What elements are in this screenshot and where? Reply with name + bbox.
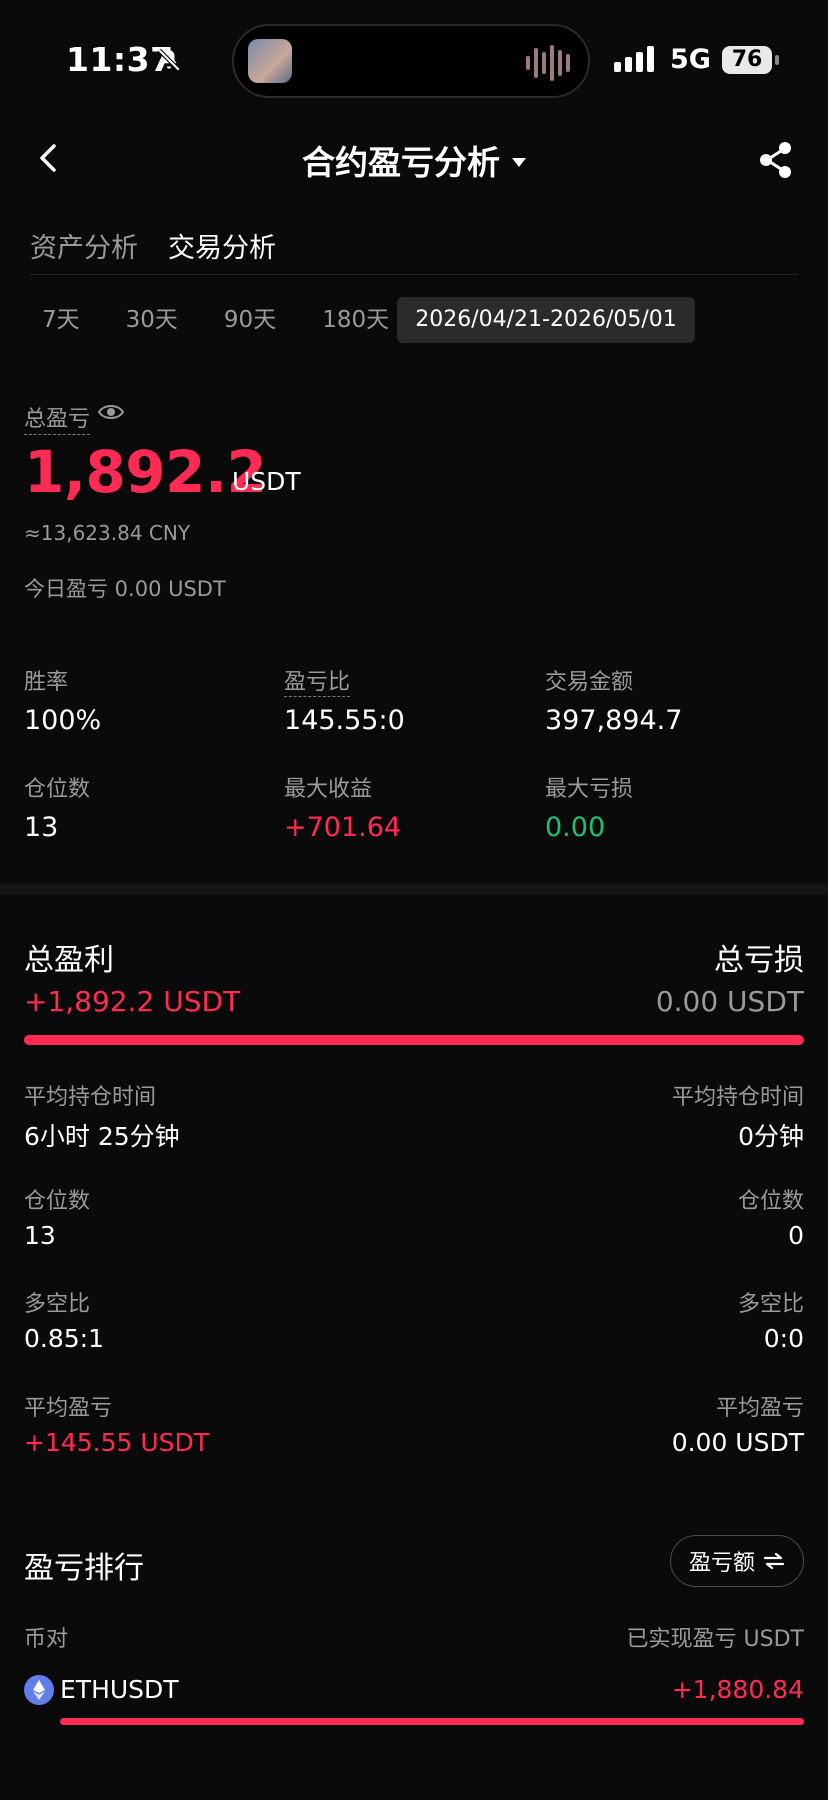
positions-loss: 0 bbox=[788, 1221, 804, 1250]
avg-pnl-profit: +145.55 USDT bbox=[24, 1428, 210, 1457]
date-range-button[interactable]: 2026/04/21-2026/05/01 bbox=[397, 297, 695, 343]
positions-label-profit: 仓位数 bbox=[24, 1189, 91, 1214]
max-loss-label: 最大亏损 bbox=[545, 777, 634, 802]
long-short-label-loss: 多空比 bbox=[737, 1292, 804, 1317]
page-title: 合约盈亏分析 bbox=[302, 143, 500, 182]
ranking-item-symbol[interactable]: ETHUSDT bbox=[60, 1675, 179, 1704]
total-pnl-label: 总盈亏 bbox=[24, 401, 91, 435]
ranking-item-bar bbox=[60, 1718, 804, 1725]
ranking-item-value: +1,880.84 bbox=[671, 1675, 804, 1704]
share-icon[interactable] bbox=[756, 140, 796, 180]
trade-amount-value: 397,894.7 bbox=[545, 705, 683, 736]
avg-pnl-label-profit: 平均盈亏 bbox=[24, 1396, 113, 1421]
max-profit-value: +701.64 bbox=[284, 812, 402, 843]
total-pnl-cny: ≈13,623.84 CNY bbox=[24, 521, 191, 545]
profit-loss-bar bbox=[24, 1035, 804, 1045]
tab-asset-analysis[interactable]: 资产分析 bbox=[30, 226, 138, 265]
chevron-down-icon bbox=[512, 157, 526, 167]
long-short-profit: 0.85:1 bbox=[24, 1324, 104, 1353]
period-selector: 7天 30天 90天 180天 bbox=[42, 300, 435, 334]
tab-trade-analysis[interactable]: 交易分析 bbox=[168, 226, 276, 265]
period-30d[interactable]: 30天 bbox=[126, 300, 178, 334]
total-pnl-value: 1,892.2 bbox=[24, 438, 267, 506]
tabs-divider bbox=[30, 274, 798, 275]
positions-label: 仓位数 bbox=[24, 777, 91, 802]
column-pair-label: 币对 bbox=[24, 1627, 69, 1652]
column-realized-pnl-label: 已实现盈亏 USDT bbox=[626, 1627, 804, 1652]
avg-hold-time-profit: 6小时 25分钟 bbox=[24, 1122, 180, 1151]
avg-pnl-label-loss: 平均盈亏 bbox=[715, 1396, 804, 1421]
positions-label-loss: 仓位数 bbox=[737, 1189, 804, 1214]
sort-by-pnl-button[interactable]: 盈亏额 bbox=[670, 1535, 804, 1587]
dynamic-island bbox=[232, 24, 590, 98]
total-loss-label: 总亏损 bbox=[714, 943, 804, 978]
avg-pnl-loss: 0.00 USDT bbox=[671, 1428, 804, 1457]
positions-profit: 13 bbox=[24, 1221, 56, 1250]
swap-icon bbox=[763, 1552, 785, 1570]
today-pnl: 今日盈亏 0.00 USDT bbox=[24, 577, 226, 601]
avg-hold-time-loss: 0分钟 bbox=[738, 1122, 804, 1151]
battery-icon: 76 bbox=[722, 46, 772, 74]
eth-icon bbox=[24, 1675, 54, 1705]
pnl-ranking-title: 盈亏排行 bbox=[24, 1551, 144, 1586]
bell-muted-icon bbox=[157, 48, 181, 72]
period-90d[interactable]: 90天 bbox=[224, 300, 276, 334]
total-profit-value: +1,892.2 USDT bbox=[24, 985, 241, 1018]
battery-tip bbox=[775, 55, 779, 65]
sort-button-label: 盈亏额 bbox=[688, 1551, 755, 1576]
network-type: 5G bbox=[670, 44, 711, 75]
period-7d[interactable]: 7天 bbox=[42, 300, 80, 334]
win-rate-label: 胜率 bbox=[24, 670, 69, 695]
page-title-dropdown[interactable]: 合约盈亏分析 bbox=[0, 136, 828, 184]
section-divider bbox=[0, 883, 828, 895]
max-loss-value: 0.00 bbox=[545, 812, 606, 843]
long-short-label-profit: 多空比 bbox=[24, 1292, 91, 1317]
avg-hold-time-label-loss: 平均持仓时间 bbox=[671, 1085, 804, 1110]
trade-amount-label: 交易金额 bbox=[545, 670, 634, 695]
period-180d[interactable]: 180天 bbox=[322, 300, 389, 334]
total-profit-label: 总盈利 bbox=[24, 943, 114, 978]
audio-wave-icon bbox=[526, 44, 570, 82]
long-short-loss: 0:0 bbox=[763, 1324, 804, 1353]
eye-icon[interactable] bbox=[98, 402, 124, 422]
signal-icon bbox=[614, 46, 654, 72]
total-pnl-unit: USDT bbox=[232, 467, 301, 496]
win-rate-value: 100% bbox=[24, 705, 102, 736]
positions-value: 13 bbox=[24, 812, 59, 843]
avg-hold-time-label-profit: 平均持仓时间 bbox=[24, 1085, 157, 1110]
total-loss-value: 0.00 USDT bbox=[655, 985, 804, 1018]
max-profit-label: 最大收益 bbox=[284, 777, 373, 802]
pnl-ratio-label: 盈亏比 bbox=[284, 670, 351, 697]
avatar bbox=[248, 39, 292, 83]
pnl-ratio-value: 145.55:0 bbox=[284, 705, 405, 736]
analysis-tabs: 资产分析 交易分析 bbox=[30, 226, 276, 265]
